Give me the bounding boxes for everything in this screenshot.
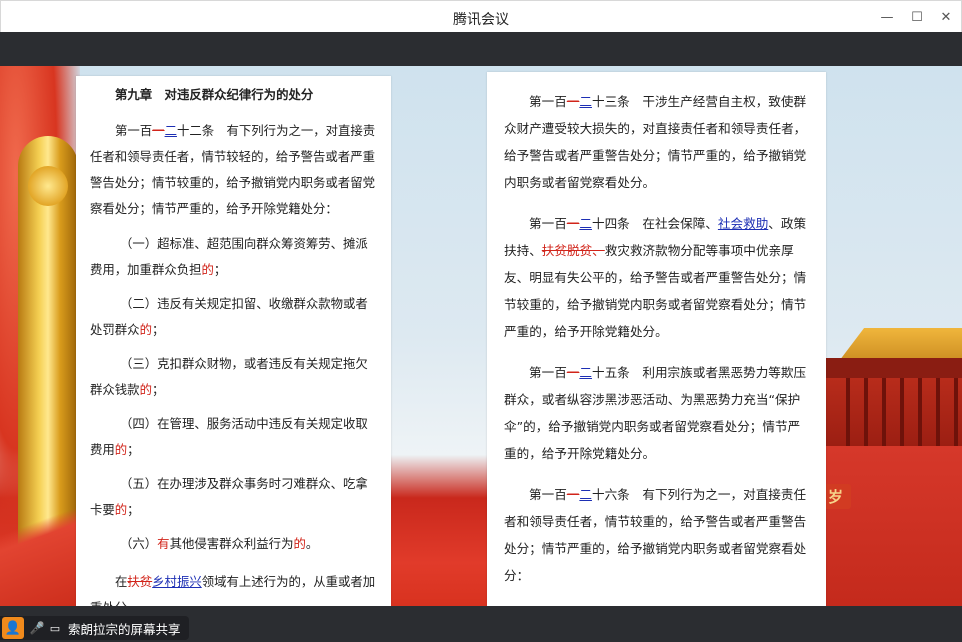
item-text: （一）超标准、超范围向群众筹资筹劳、摊派费用，加重群众负担 (90, 236, 368, 277)
meeting-top-bar (0, 32, 962, 66)
window-title: 腾讯会议 (453, 12, 509, 28)
final-paragraph: 在扶贫乡村振兴领域有上述行为的，从重或者加重处分。 (90, 569, 377, 606)
inserted-text: 有 (157, 536, 170, 551)
item-end: 。 (305, 536, 319, 551)
screen-share-icon: ▭ (49, 621, 61, 635)
article-123: 第一百一二十三条 干涉生产经营自主权，致使群众财产遭受较大损失的，对直接责任者和… (504, 88, 809, 196)
inserted-text: 二 (579, 94, 592, 109)
golden-pillar-cap (28, 166, 68, 206)
document-page-right: 第一百一二十三条 干涉生产经营自主权，致使群众财产遭受较大损失的，对直接责任者和… (487, 72, 826, 606)
tiananmen-building-image (826, 288, 962, 448)
title-bar: 腾讯会议 — ☐ ✕ (0, 0, 962, 32)
list-item: （六）有其他侵害群众利益行为的。 (90, 531, 377, 557)
user-avatar-icon: 👤 (2, 617, 24, 639)
item-end: ； (151, 322, 165, 337)
meeting-bottom-bar: 👤 🎤 ▭ 索朗拉宗的屏幕共享 (0, 606, 962, 642)
paragraph-prefix: 在 (115, 574, 128, 589)
article-prefix: 第一百 (529, 365, 567, 380)
deleted-text: 一 (566, 365, 580, 380)
deleted-text: 一 (566, 94, 580, 109)
shared-screen: 岁 第九章 对违反群众纪律行为的处分 第一百一二十二条 有下列行为之一，对直接责… (0, 66, 962, 606)
close-button[interactable]: ✕ (935, 6, 957, 28)
chapter-title: 第九章 对违反群众纪律行为的处分 (115, 87, 314, 102)
article-prefix: 第一百 (529, 94, 567, 109)
red-wall-right (826, 446, 962, 606)
deleted-text: 一 (566, 216, 580, 231)
deleted-text: 一 (152, 123, 165, 138)
microphone-icon: 🎤 (29, 621, 45, 635)
inserted-text: 社会救助 (717, 216, 769, 231)
article-125: 第一百一二十五条 利用宗族或者黑恶势力等欺压群众，或者纵容涉黑涉恶活动、为黑恶势… (504, 359, 809, 467)
list-item: （五）在办理涉及群众事务时刁难群众、吃拿卡要的； (90, 471, 377, 523)
item-text: （二）违反有关规定扣留、收缴群众款物或者处罚群众 (90, 296, 368, 337)
item-text: 其他侵害群众利益行为 (169, 536, 294, 551)
document-page-left: 第九章 对违反群众纪律行为的处分 第一百一二十二条 有下列行为之一，对直接责任者… (76, 76, 391, 606)
item-end: ； (127, 502, 140, 517)
list-item: （一）超标准、超范围向群众筹资筹劳、摊派费用，加重群众负担的； (90, 231, 377, 283)
inserted-text: 的 (114, 502, 128, 517)
item-end: ； (213, 262, 227, 277)
item-end: ； (151, 382, 165, 397)
article-body: 十四条 在社会保障、 (591, 216, 718, 231)
list-item: （四）在管理、服务活动中违反有关规定收取费用的； (90, 411, 377, 463)
inserted-text: 二 (579, 365, 592, 380)
minimize-button[interactable]: — (876, 6, 898, 28)
article-prefix: 第一百 (529, 487, 567, 502)
inserted-text: 乡村振兴 (152, 574, 202, 589)
deleted-text: 扶贫 (127, 574, 153, 589)
inserted-text: 的 (139, 382, 152, 397)
article-124: 第一百一二十四条 在社会保障、社会救助、政策扶持、扶贫脱贫、救灾救济款物分配等事… (504, 210, 809, 345)
article-126: 第一百一二十六条 有下列行为之一，对直接责任者和领导责任者，情节较重的，给予警告… (504, 481, 809, 589)
deleted-text: 扶贫脱贫、 (541, 243, 605, 258)
building-eave (826, 358, 962, 378)
list-item: （二）违反有关规定扣留、收缴群众款物或者处罚群众的； (90, 291, 377, 343)
article-122: 第一百一二十二条 有下列行为之一，对直接责任者和领导责任者，情节较轻的，给予警告… (90, 118, 377, 222)
inserted-text: 二 (579, 216, 592, 231)
list-item: （三）克扣群众财物，或者违反有关规定拖欠群众钱款的； (90, 351, 377, 403)
inserted-text: 的 (114, 442, 128, 457)
inserted-text: 二 (164, 123, 177, 138)
screen-share-indicator[interactable]: 👤 🎤 ▭ 索朗拉宗的屏幕共享 (0, 616, 189, 640)
item-end: ； (127, 442, 140, 457)
deleted-text: 一 (566, 487, 580, 502)
item-text: （六） (120, 536, 158, 551)
inserted-text: 的 (139, 322, 152, 337)
screen-share-label: 索朗拉宗的屏幕共享 (68, 621, 181, 637)
inserted-text: 的 (293, 536, 306, 551)
inserted-text: 的 (201, 262, 214, 277)
maximize-button[interactable]: ☐ (906, 6, 928, 28)
building-columns (832, 378, 962, 448)
inserted-text: 二 (579, 487, 592, 502)
item-text: （三）克扣群众财物，或者违反有关规定拖欠群众钱款 (90, 356, 368, 397)
article-prefix: 第一百 (115, 123, 153, 138)
article-prefix: 第一百 (529, 216, 567, 231)
